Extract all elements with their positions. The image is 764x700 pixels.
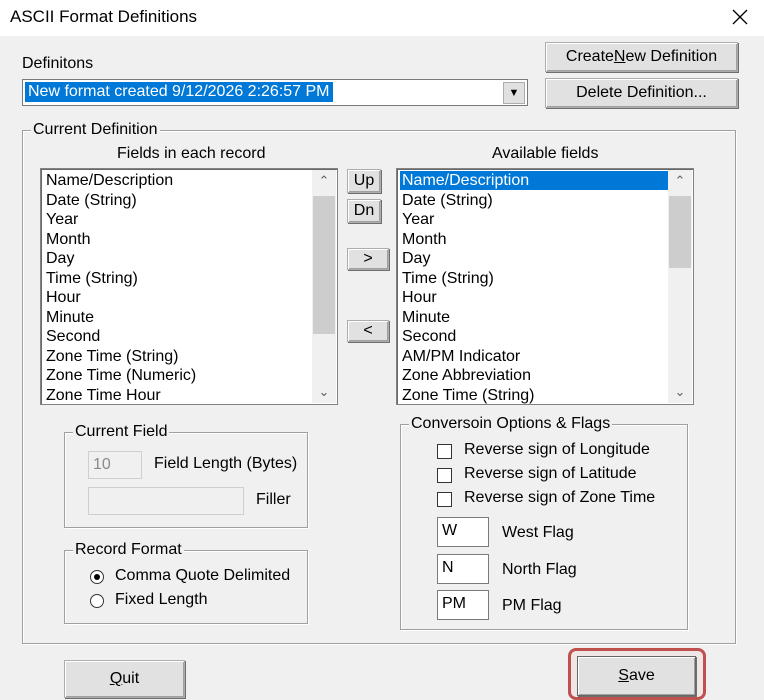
current-definition-label: Current Definition	[31, 120, 160, 140]
list-item[interactable]: Zone Abbreviation	[400, 366, 531, 385]
north-flag-label: North Flag	[502, 561, 577, 578]
fixed-length-radio[interactable]	[90, 594, 104, 608]
reverse-zone-time-label: Reverse sign of Zone Time	[464, 489, 656, 506]
list-item[interactable]: Month	[44, 230, 90, 249]
list-item[interactable]: Year	[400, 210, 434, 229]
save-accel: S	[618, 667, 629, 684]
reverse-longitude-label: Reverse sign of Longitude	[464, 441, 650, 458]
list-item[interactable]: Minute	[44, 308, 94, 327]
comma-quote-label: Comma Quote Delimited	[115, 567, 291, 584]
chevron-down-icon: ▼	[508, 87, 520, 99]
delete-definition-button[interactable]: Delete Definition...	[545, 78, 738, 108]
scroll-down-icon[interactable]: ⌄	[312, 381, 336, 403]
list-item[interactable]: Date (String)	[44, 191, 137, 210]
title-bar: ASCII Format Definitions	[0, 0, 764, 36]
scroll-thumb[interactable]	[313, 196, 335, 334]
pm-flag-label: PM Flag	[502, 597, 562, 614]
add-field-button[interactable]: >	[347, 248, 389, 270]
scroll-up-icon[interactable]: ⌃	[312, 170, 336, 192]
reverse-latitude-label: Reverse sign of Latitude	[464, 465, 637, 482]
definitions-label: Definitons	[22, 55, 94, 72]
list-item[interactable]: Minute	[400, 308, 450, 327]
filler-input[interactable]	[88, 487, 244, 515]
list-item[interactable]: Second	[44, 327, 100, 346]
list-item[interactable]: Day	[400, 249, 430, 268]
definitions-combo[interactable]: New format created 9/12/2026 2:26:57 PM …	[22, 79, 528, 106]
list-item[interactable]: Name/Description	[44, 171, 173, 190]
list-item[interactable]: Second	[400, 327, 456, 346]
list-item[interactable]: Time (String)	[44, 269, 138, 288]
close-icon	[732, 9, 748, 25]
fields-header: Fields in each record	[117, 145, 266, 162]
create-new-definition-button[interactable]: Create New Definition	[545, 42, 738, 72]
scroll-up-icon[interactable]: ⌃	[668, 170, 692, 192]
west-flag-label: West Flag	[502, 524, 574, 541]
move-down-button[interactable]: Dn	[347, 199, 381, 223]
available-listbox[interactable]: Name/Description Date (String) Year Month Da…	[396, 168, 694, 405]
list-item[interactable]: Day	[44, 249, 74, 268]
field-length-label: Field Length (Bytes)	[154, 455, 298, 472]
quit-button[interactable]: Quit	[64, 660, 185, 698]
scroll-thumb[interactable]	[669, 196, 691, 268]
quit-text: uit	[122, 670, 140, 687]
list-item[interactable]: Month	[400, 230, 446, 249]
list-item[interactable]: Zone Time Hour	[44, 386, 161, 405]
west-flag-input[interactable]: W	[437, 517, 489, 547]
fixed-length-label: Fixed Length	[115, 591, 208, 608]
move-up-button[interactable]: Up	[347, 169, 381, 193]
close-button[interactable]	[722, 2, 758, 32]
list-item[interactable]: AM/PM Indicator	[400, 347, 520, 366]
pm-flag-input[interactable]: PM	[437, 590, 489, 620]
list-item[interactable]: Date (String)	[400, 191, 493, 210]
window-title: ASCII Format Definitions	[10, 7, 198, 26]
reverse-latitude-checkbox[interactable]	[437, 468, 452, 483]
current-field-label: Current Field	[73, 422, 170, 442]
fields-scrollbar[interactable]: ⌃ ⌄	[312, 170, 336, 403]
conversion-options-label: Conversoin Options & Flags	[409, 414, 613, 434]
definitions-selected-value: New format created 9/12/2026 2:26:57 PM	[25, 82, 333, 102]
list-item[interactable]: Year	[44, 210, 78, 229]
create-button-accel: N	[613, 48, 626, 65]
save-button[interactable]: Save	[577, 656, 696, 696]
scroll-down-icon[interactable]: ⌄	[668, 381, 692, 403]
fields-listbox[interactable]: Name/Description Date (String) Year Month Da…	[40, 168, 338, 405]
remove-field-button[interactable]: <	[347, 320, 389, 342]
list-item[interactable]: Zone Time (String)	[400, 386, 534, 405]
save-text: ave	[628, 667, 655, 684]
north-flag-input[interactable]: N	[437, 554, 489, 584]
reverse-longitude-checkbox[interactable]	[437, 444, 452, 459]
filler-label: Filler	[256, 491, 291, 508]
create-button-text-pre: Create	[565, 48, 614, 65]
available-scrollbar[interactable]: ⌃ ⌄	[668, 170, 692, 403]
list-item[interactable]: Zone Time (Numeric)	[44, 366, 196, 385]
list-item[interactable]: Time (String)	[400, 269, 494, 288]
dropdown-arrow-button[interactable]: ▼	[503, 82, 525, 104]
record-format-label: Record Format	[73, 540, 184, 560]
reverse-zone-time-checkbox[interactable]	[437, 492, 452, 507]
quit-accel: Q	[109, 670, 123, 687]
list-item[interactable]: Name/Description	[400, 171, 668, 190]
available-header: Available fields	[492, 145, 599, 162]
list-item[interactable]: Hour	[400, 288, 437, 307]
list-item[interactable]: Hour	[44, 288, 81, 307]
record-format-group: Record Format	[64, 540, 308, 624]
comma-quote-radio[interactable]	[90, 570, 104, 584]
create-button-text-post: ew Definition	[625, 48, 718, 65]
list-item[interactable]: Zone Time (String)	[44, 347, 178, 366]
field-length-input[interactable]: 10	[88, 451, 142, 479]
